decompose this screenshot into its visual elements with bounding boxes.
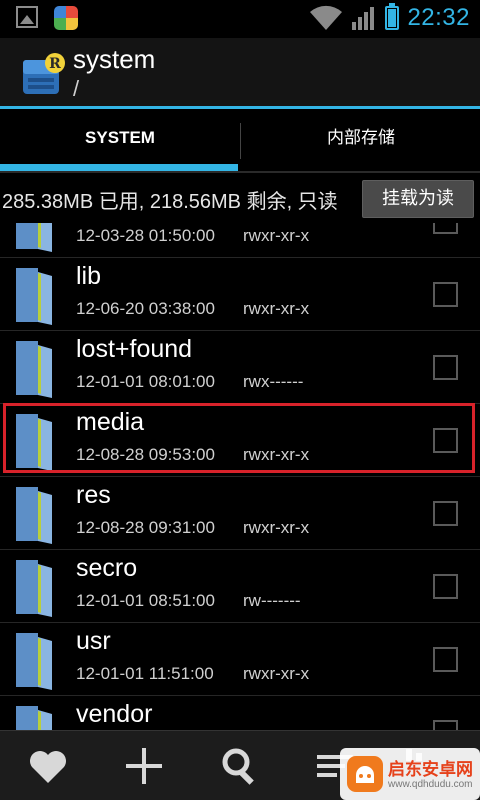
file-row[interactable]: secro 12-01-01 08:51:00 rw------- — [0, 550, 480, 623]
file-checkbox[interactable] — [433, 282, 458, 307]
page-title: system — [73, 44, 156, 74]
storage-info-bar: 285.38MB 已用, 218.56MB 剩余, 只读 挂载为读 — [0, 173, 480, 223]
tab-selected-indicator — [0, 164, 238, 171]
image-icon — [16, 6, 38, 28]
favorite-icon[interactable] — [25, 743, 71, 789]
current-path: / — [73, 76, 80, 101]
file-permissions: rwxr-xr-x — [243, 226, 310, 245]
mount-rw-button[interactable]: 挂载为读 — [362, 180, 474, 218]
file-name: usr — [76, 627, 111, 655]
file-row[interactable]: res 12-08-28 09:31:00 rwxr-xr-x — [0, 477, 480, 550]
file-permissions: rwxr-xr-x — [243, 518, 310, 537]
file-checkbox[interactable] — [433, 223, 458, 234]
action-bar: R system / — [0, 38, 480, 108]
selection-highlight-box — [3, 403, 475, 473]
folder-icon — [16, 341, 52, 398]
site-watermark: 启东安卓网 www.qdhdudu.com — [340, 748, 480, 800]
file-name: lost+found — [76, 335, 193, 363]
tab-internal-storage[interactable]: 内部存储 — [241, 109, 480, 173]
file-checkbox[interactable] — [433, 501, 458, 526]
file-checkbox[interactable] — [433, 574, 458, 599]
clock: 22:32 — [407, 4, 470, 31]
file-checkbox[interactable] — [433, 355, 458, 380]
status-bar: 22:32 — [0, 0, 480, 38]
file-date: 12-06-20 03:38:00 — [76, 299, 215, 318]
root-explorer-logo-icon[interactable]: R — [20, 51, 66, 97]
file-permissions: rw------- — [243, 591, 301, 610]
file-name: res — [76, 481, 111, 509]
storage-usage-text: 285.38MB 已用, 218.56MB 剩余, 只读 — [2, 191, 338, 213]
file-date: 12-01-01 11:51:00 — [76, 664, 214, 683]
watermark-logo-icon — [347, 756, 383, 792]
search-icon[interactable] — [217, 743, 263, 789]
file-name: vendor — [76, 700, 153, 728]
file-row[interactable]: vendor — [0, 696, 480, 730]
file-date: 12-01-01 08:01:00 — [76, 372, 215, 391]
file-row[interactable]: usr 12-01-01 11:51:00 rwxr-xr-x — [0, 623, 480, 696]
file-date: 12-08-28 09:31:00 — [76, 518, 215, 537]
folder-icon — [16, 706, 52, 730]
file-permissions: rwx------ — [243, 372, 304, 391]
folder-icon — [16, 223, 52, 252]
signal-icon — [352, 7, 375, 30]
watermark-text: 启东安卓网 — [388, 760, 473, 780]
folder-icon — [16, 633, 52, 690]
file-checkbox[interactable] — [433, 720, 458, 730]
file-date: 12-01-01 08:51:00 — [76, 591, 215, 610]
folder-icon — [16, 487, 52, 544]
wifi-icon — [310, 5, 343, 30]
folder-icon — [16, 560, 52, 617]
file-permissions: rwxr-xr-x — [243, 664, 310, 683]
file-row[interactable]: lib 12-06-20 03:38:00 rwxr-xr-x — [0, 258, 480, 331]
file-row[interactable]: lost+found 12-01-01 08:01:00 rwx------ — [0, 331, 480, 404]
file-row[interactable]: 12-03-28 01:50:00 rwxr-xr-x — [0, 223, 480, 258]
file-name: lib — [76, 262, 102, 290]
svg-text:R: R — [49, 56, 61, 72]
system-icons: 22:32 — [309, 3, 470, 32]
app-icon — [54, 6, 78, 30]
file-list[interactable]: 12-03-28 01:50:00 rwxr-xr-x lib 12-06-20… — [0, 223, 480, 730]
file-permissions: rwxr-xr-x — [243, 299, 310, 318]
file-name: secro — [76, 554, 138, 582]
folder-icon — [16, 268, 52, 325]
file-date: 12-03-28 01:50:00 — [76, 226, 215, 245]
watermark-url: www.qdhdudu.com — [388, 779, 473, 790]
battery-icon — [385, 3, 400, 30]
notification-icons — [16, 6, 78, 30]
add-icon[interactable] — [121, 743, 167, 789]
tab-bar: SYSTEM 内部存储 — [0, 109, 480, 173]
file-checkbox[interactable] — [433, 647, 458, 672]
